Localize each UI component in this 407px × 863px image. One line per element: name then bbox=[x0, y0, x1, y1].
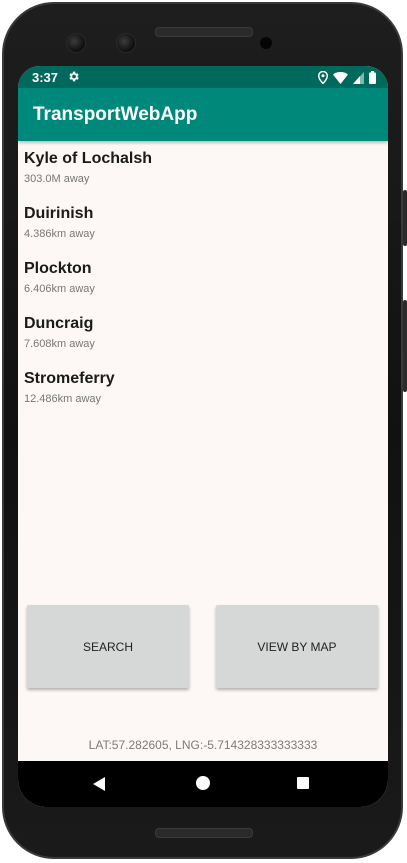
list-item[interactable]: Stromeferry 12.486km away bbox=[24, 361, 374, 411]
station-distance: 303.0M away bbox=[24, 173, 90, 185]
search-button[interactable]: SEARCH bbox=[27, 605, 189, 688]
status-icons bbox=[318, 71, 376, 84]
location-icon bbox=[318, 71, 328, 84]
location-readout: LAT:57.282605, LNG:-5.714328333333333 bbox=[88, 738, 318, 752]
status-time: 3:37 bbox=[32, 70, 59, 85]
app-title: TransportWebApp bbox=[33, 104, 198, 125]
station-name: Duirinish bbox=[24, 205, 94, 222]
list-item[interactable]: Duncraig 7.608km away bbox=[24, 306, 374, 356]
top-speaker bbox=[155, 27, 253, 37]
list-item[interactable]: Kyle of Lochalsh 303.0M away bbox=[24, 141, 374, 191]
list-item[interactable]: Duirinish 4.386km away bbox=[24, 196, 374, 246]
recents-icon[interactable] bbox=[297, 777, 309, 789]
gear-icon bbox=[69, 71, 79, 82]
station-name: Kyle of Lochalsh bbox=[24, 150, 153, 167]
home-icon[interactable] bbox=[196, 776, 210, 790]
volume-button bbox=[403, 300, 407, 392]
app-bar: TransportWebApp bbox=[18, 88, 388, 141]
battery-icon bbox=[369, 71, 376, 84]
back-icon[interactable] bbox=[93, 777, 105, 791]
station-name: Duncraig bbox=[24, 315, 94, 332]
bottom-speaker bbox=[155, 828, 253, 838]
list-item[interactable]: Plockton 6.406km away bbox=[24, 251, 374, 301]
navigation-bar bbox=[18, 761, 388, 807]
proximity-sensor bbox=[260, 37, 272, 49]
power-button bbox=[403, 190, 407, 246]
screen: 3:37 TransportWebApp Kyle of Lochalsh 30… bbox=[18, 66, 388, 807]
station-name: Stromeferry bbox=[24, 370, 115, 387]
front-camera-right bbox=[116, 33, 136, 53]
station-distance: 7.608km away bbox=[24, 338, 95, 350]
device-frame: 3:37 TransportWebApp Kyle of Lochalsh 30… bbox=[0, 0, 407, 863]
status-bar: 3:37 bbox=[18, 66, 388, 88]
view-by-map-button[interactable]: VIEW BY MAP bbox=[216, 605, 378, 688]
cell-signal-icon bbox=[353, 71, 364, 84]
station-distance: 6.406km away bbox=[24, 283, 95, 295]
station-distance: 12.486km away bbox=[24, 393, 102, 405]
wifi-icon bbox=[333, 71, 348, 84]
station-name: Plockton bbox=[24, 260, 92, 277]
station-distance: 4.386km away bbox=[24, 228, 95, 240]
front-camera-left bbox=[66, 33, 86, 53]
